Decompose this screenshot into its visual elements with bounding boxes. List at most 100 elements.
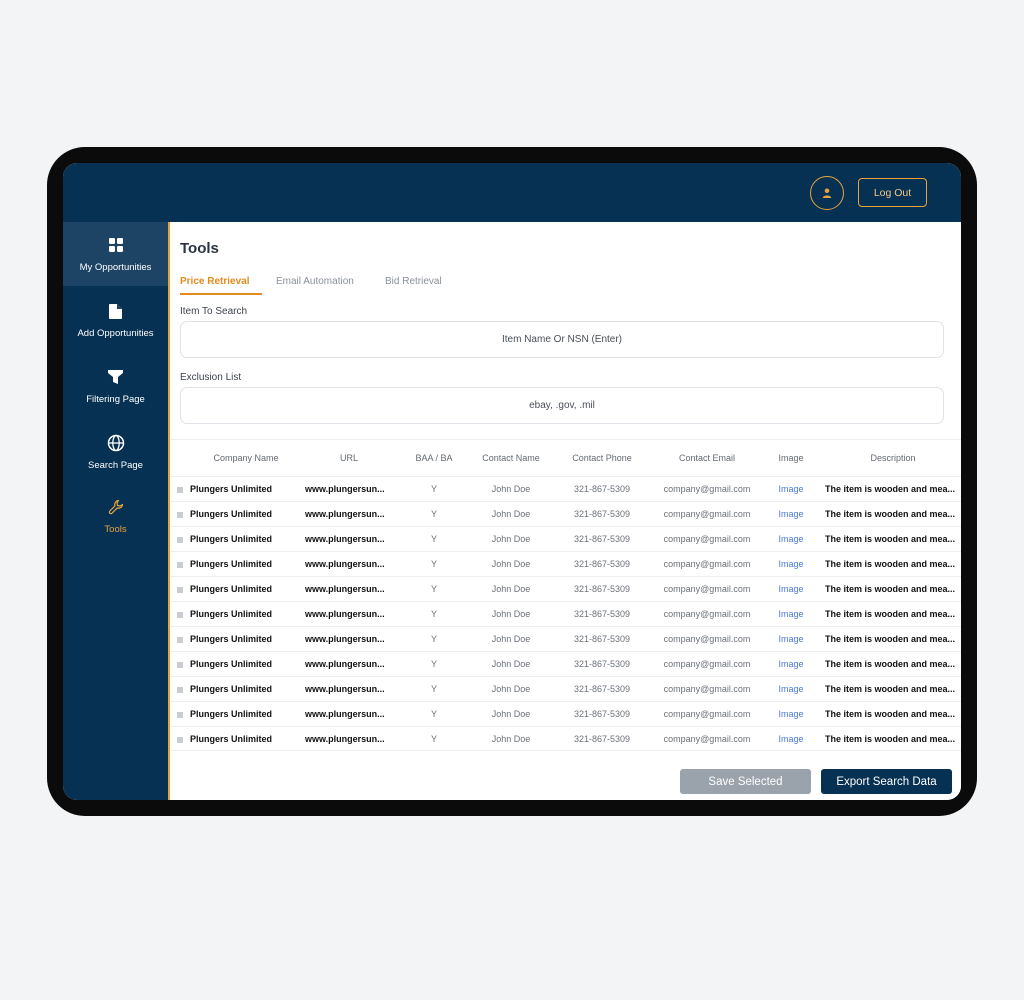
row-checkbox[interactable] [177, 662, 183, 668]
table-row[interactable]: Plungers Unlimited www.plungersun... Y John… [170, 601, 961, 626]
exclusion-list-input[interactable]: ebay, .gov, .mil [180, 387, 944, 424]
company-name-cell: Plungers Unlimited [190, 484, 273, 494]
table-row[interactable]: Plungers Unlimited www.plungersun... Y John… [170, 551, 961, 576]
row-checkbox[interactable] [177, 737, 183, 743]
contact-name-cell: John Doe [491, 484, 531, 494]
url-cell: www.plungersun... [305, 534, 385, 544]
description-cell: The item is wooden and mea... [825, 634, 956, 644]
row-checkbox[interactable] [177, 562, 183, 568]
table-row[interactable]: Plungers Unlimited www.plungersun... Y John… [170, 501, 961, 526]
row-checkbox[interactable] [177, 587, 183, 593]
table-row[interactable]: Plungers Unlimited www.plungersun... Y John… [170, 651, 961, 676]
baa-cell: Y [430, 634, 437, 644]
image-link[interactable]: Image [770, 502, 812, 527]
sidebar-item-search-page[interactable]: Search Page [63, 420, 168, 484]
table-row[interactable]: Plungers Unlimited www.plungersun... Y John… [170, 476, 961, 501]
sidebar-item-add-opportunities[interactable]: Add Opportunities [63, 288, 168, 352]
column-header-contact-phone: Contact Phone [572, 453, 632, 463]
row-checkbox[interactable] [177, 512, 183, 518]
contact-email-cell: company@gmail.com [663, 684, 751, 694]
company-name-cell: Plungers Unlimited [190, 634, 273, 644]
company-name-cell: Plungers Unlimited [190, 659, 273, 669]
row-checkbox[interactable] [177, 487, 183, 493]
item-search-input[interactable]: Item Name Or NSN (Enter) [180, 321, 944, 358]
contact-name-cell: John Doe [491, 584, 531, 594]
image-link[interactable]: Image [770, 627, 812, 652]
tab-price-retrieval[interactable]: Price Retrieval [180, 276, 250, 287]
exclusion-list-value: ebay, .gov, .mil [529, 400, 595, 411]
table-header: Company Name URL BAA / BA Contact Name C… [170, 439, 961, 476]
tab-email-automation[interactable]: Email Automation [276, 276, 354, 287]
contact-email-cell: company@gmail.com [663, 584, 751, 594]
table-row[interactable]: Plungers Unlimited www.plungersun... Y John… [170, 676, 961, 701]
contact-name-cell: John Doe [491, 734, 531, 744]
image-link[interactable]: Image [770, 527, 812, 552]
description-cell: The item is wooden and mea... [825, 559, 956, 569]
image-link[interactable]: Image [770, 727, 812, 752]
row-checkbox[interactable] [177, 612, 183, 618]
contact-phone-cell: 321-867-5309 [573, 534, 631, 544]
table-row[interactable]: Plungers Unlimited www.plungersun... Y John… [170, 526, 961, 551]
image-link[interactable]: Image [770, 552, 812, 577]
contact-email-cell: company@gmail.com [663, 634, 751, 644]
image-link[interactable]: Image [770, 677, 812, 702]
sidebar-item-label: Add Opportunities [77, 328, 154, 339]
sidebar-item-tools[interactable]: Tools [63, 484, 168, 548]
image-link[interactable]: Image [770, 577, 812, 602]
sidebar-item-filtering-page[interactable]: Filtering Page [63, 354, 168, 418]
table-body: Plungers Unlimited www.plungersun... Y John… [170, 476, 961, 751]
url-cell: www.plungersun... [305, 484, 385, 494]
contact-name-cell: John Doe [491, 684, 531, 694]
column-header-contact-name: Contact Name [482, 453, 540, 463]
contact-phone-cell: 321-867-5309 [573, 659, 631, 669]
contact-name-cell: John Doe [491, 634, 531, 644]
column-header-contact-email: Contact Email [678, 453, 736, 463]
baa-cell: Y [430, 709, 437, 719]
url-cell: www.plungersun... [305, 584, 385, 594]
contact-email-cell: company@gmail.com [663, 559, 751, 569]
table-row[interactable]: Plungers Unlimited www.plungersun... Y John… [170, 576, 961, 601]
image-link[interactable]: Image [770, 702, 812, 727]
contact-phone-cell: 321-867-5309 [573, 634, 631, 644]
description-cell: The item is wooden and mea... [825, 734, 956, 744]
description-cell: The item is wooden and mea... [825, 534, 956, 544]
sidebar-item-label: Search Page [88, 460, 143, 471]
logout-button[interactable]: Log Out [858, 178, 927, 207]
save-selected-button[interactable]: Save Selected [680, 769, 811, 794]
row-checkbox[interactable] [177, 537, 183, 543]
contact-email-cell: company@gmail.com [663, 509, 751, 519]
contact-phone-cell: 321-867-5309 [573, 609, 631, 619]
table-row[interactable]: Plungers Unlimited www.plungersun... Y John… [170, 626, 961, 651]
baa-cell: Y [430, 659, 437, 669]
baa-cell: Y [430, 684, 437, 694]
table-row[interactable]: Plungers Unlimited www.plungersun... Y John… [170, 701, 961, 726]
image-link[interactable]: Image [770, 602, 812, 627]
item-search-placeholder: Item Name Or NSN (Enter) [501, 334, 623, 345]
contact-email-cell: company@gmail.com [663, 734, 751, 744]
url-cell: www.plungersun... [305, 659, 385, 669]
contact-name-cell: John Doe [491, 709, 531, 719]
image-link[interactable]: Image [770, 652, 812, 677]
sidebar: My Opportunities Add Opportunities Filte… [63, 222, 168, 800]
user-avatar-button[interactable] [810, 176, 844, 210]
export-search-data-button[interactable]: Export Search Data [821, 769, 952, 794]
contact-email-cell: company@gmail.com [663, 709, 751, 719]
results-table: Company Name URL BAA / BA Contact Name C… [170, 439, 961, 751]
image-link[interactable]: Image [770, 477, 812, 502]
wrench-icon [108, 497, 124, 517]
top-bar: Log Out [63, 163, 961, 222]
row-checkbox[interactable] [177, 687, 183, 693]
row-checkbox[interactable] [177, 712, 183, 718]
sidebar-item-my-opportunities[interactable]: My Opportunities [63, 222, 168, 286]
contact-phone-cell: 321-867-5309 [573, 484, 631, 494]
baa-cell: Y [430, 584, 437, 594]
contact-phone-cell: 321-867-5309 [573, 684, 631, 694]
contact-name-cell: John Doe [491, 659, 531, 669]
url-cell: www.plungersun... [305, 609, 385, 619]
row-checkbox[interactable] [177, 637, 183, 643]
contact-phone-cell: 321-867-5309 [573, 509, 631, 519]
tab-bid-retrieval[interactable]: Bid Retrieval [385, 276, 442, 287]
column-header-baa: BAA / BA [415, 453, 453, 463]
table-row[interactable]: Plungers Unlimited www.plungersun... Y John… [170, 726, 961, 751]
description-cell: The item is wooden and mea... [825, 684, 956, 694]
